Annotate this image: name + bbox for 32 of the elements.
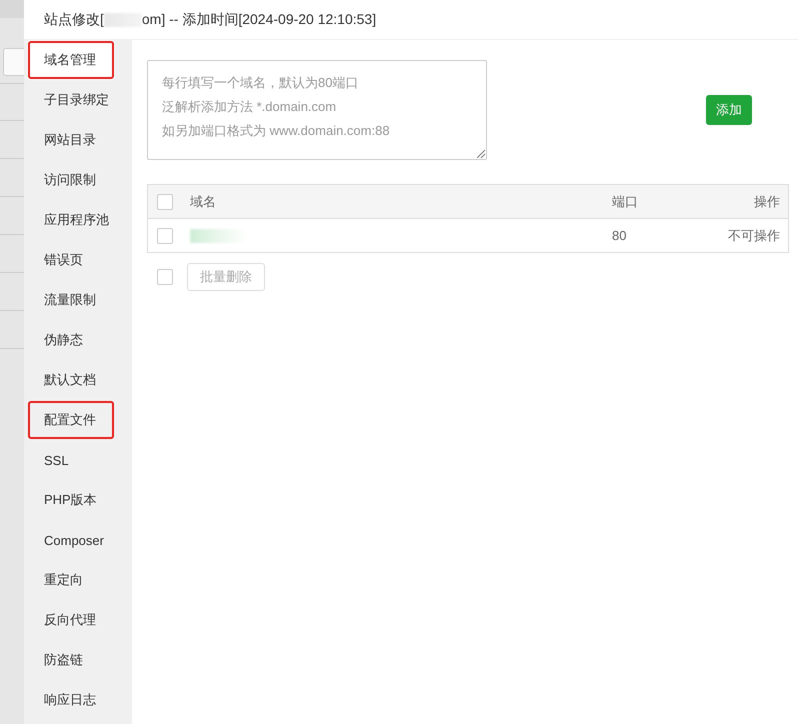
sidebar-item[interactable]: 默认文档 bbox=[24, 360, 132, 400]
sidebar-item[interactable]: 伪静态 bbox=[24, 320, 132, 360]
sidebar-item[interactable]: 网站目录 bbox=[24, 120, 132, 160]
sidebar-item[interactable]: 反向代理 bbox=[24, 600, 132, 640]
sidebar-item[interactable]: PHP版本 bbox=[24, 480, 132, 520]
sidebar-item[interactable]: 子目录绑定 bbox=[24, 80, 132, 120]
sidebar-item[interactable]: 应用程序池 bbox=[24, 200, 132, 240]
sidebar-item[interactable]: 访问限制 bbox=[24, 160, 132, 200]
column-header: 操作 bbox=[753, 192, 781, 210]
sidebar-item[interactable]: 响应日志 bbox=[24, 680, 132, 720]
sidebar-item[interactable]: 配置文件 bbox=[27, 400, 115, 440]
sidebar-item[interactable]: 域名管理 bbox=[27, 40, 115, 80]
checkbox[interactable] bbox=[157, 269, 173, 285]
sidebar-item[interactable]: 流量限制 bbox=[24, 280, 132, 320]
window-title: om] -- 添加时间[2024-09-20 12:10:53] bbox=[142, 10, 376, 28]
placeholder-text: 每行填写一个域名，默认为80端口 bbox=[162, 74, 358, 92]
column-header: 端口 bbox=[612, 192, 639, 210]
table-cell-text: 不可操作 bbox=[727, 226, 781, 244]
checkbox[interactable] bbox=[157, 228, 173, 244]
sidebar-item[interactable]: 错误页 bbox=[24, 240, 132, 280]
background-header bbox=[0, 0, 24, 18]
resize-handle-icon[interactable] bbox=[477, 150, 485, 158]
placeholder-text: 泛解析添加方法 *.domain.com bbox=[162, 98, 336, 116]
sidebar-item[interactable]: SSL bbox=[24, 440, 132, 480]
window-title: 站点修改[ bbox=[44, 10, 104, 28]
placeholder-text: 如另加端口格式为 www.domain.com:88 bbox=[162, 122, 390, 140]
sidebar-item[interactable]: 防盗链 bbox=[24, 640, 132, 680]
table-cell-text: 80 bbox=[612, 228, 628, 243]
checkbox[interactable] bbox=[157, 194, 173, 210]
sidebar-item[interactable]: 重定向 bbox=[24, 560, 132, 600]
column-header: 域名 bbox=[190, 192, 217, 210]
sidebar-item[interactable]: Composer bbox=[24, 520, 132, 560]
